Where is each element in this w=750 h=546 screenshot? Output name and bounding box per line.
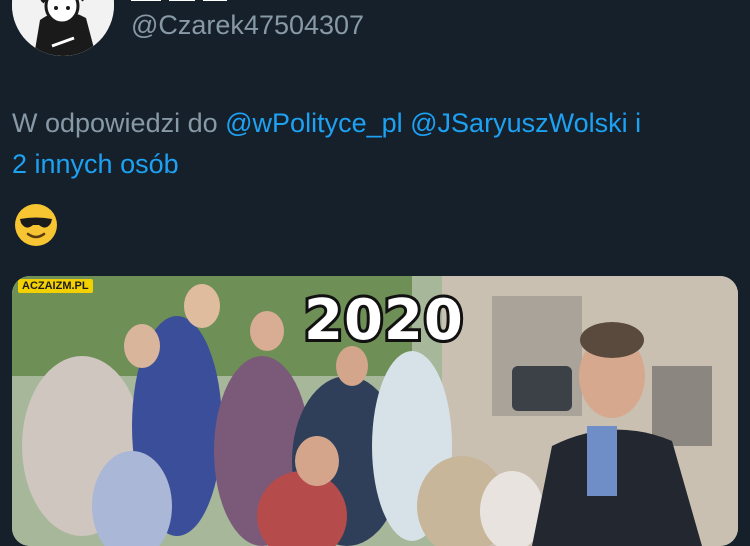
sunglasses-emoji-icon <box>13 202 59 248</box>
mention-link[interactable]: @JSaryuszWolski <box>410 108 627 138</box>
reply-context: W odpowiedzi do @wPolityce_pl @JSaryuszW… <box>12 103 732 185</box>
avatar-illustration <box>12 0 114 56</box>
user-handle[interactable]: @Czarek47504307 <box>131 10 364 41</box>
reply-prefix: W odpowiedzi do <box>12 108 218 138</box>
others-link[interactable]: 2 innych osób <box>12 149 179 179</box>
mention-joiner: i <box>635 108 642 138</box>
media-watermark: ACZAIZM.PL <box>18 279 93 293</box>
user-avatar[interactable] <box>12 0 114 56</box>
mention-link[interactable]: @wPolityce_pl <box>225 108 402 138</box>
tweet-header: @Czarek47504307 <box>0 0 750 70</box>
tweet-media[interactable]: ACZAIZM.PL 2020 <box>12 276 738 546</box>
media-caption: 2020 <box>301 285 466 356</box>
